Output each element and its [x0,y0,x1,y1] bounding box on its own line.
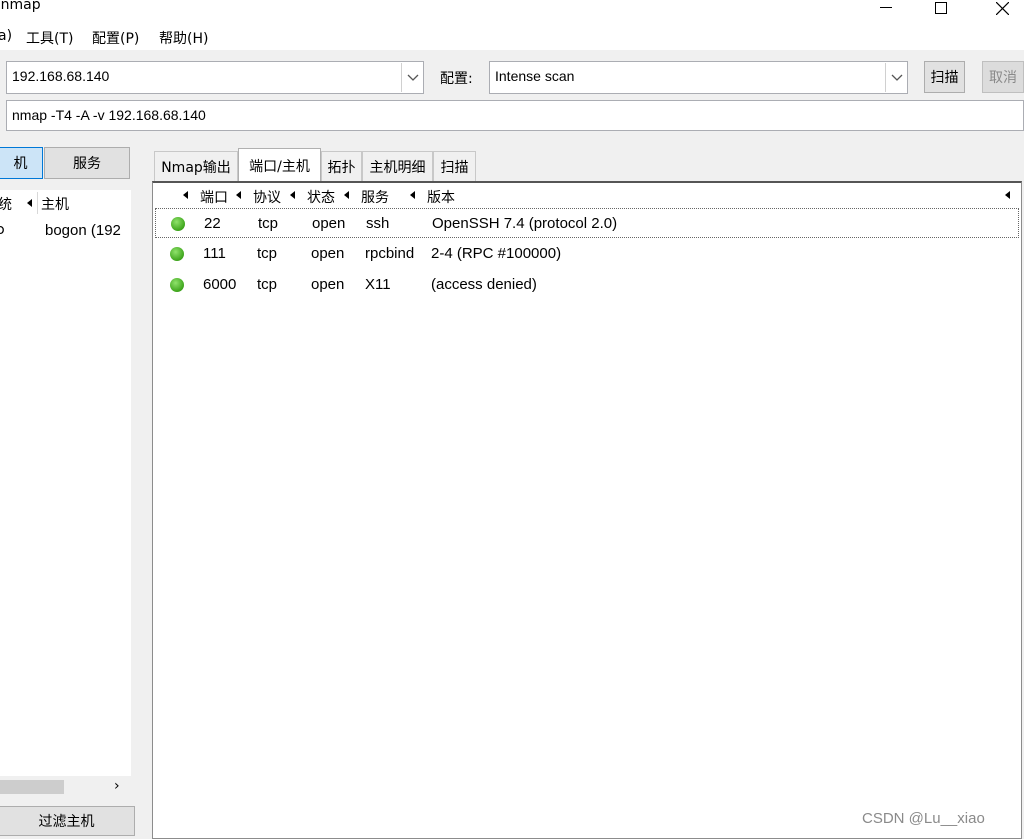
tab-ports-hosts[interactable]: 端口/主机 [238,148,321,182]
cell-protocol: tcp [257,245,278,262]
ports-table: 端口 协议 状态 服务 版本 22 tcp open ssh OpenSSH 7… [152,181,1022,839]
cell-state: open [311,276,345,293]
target-dropdown-button[interactable] [401,63,423,92]
os-icon: ɔ [0,222,5,238]
table-row[interactable]: 22 tcp open ssh OpenSSH 7.4 (protocol 2.… [155,208,1019,238]
host-list[interactable]: 统 主机 ɔ bogon (192 [0,190,131,790]
sort-arrow-icon [290,191,295,199]
tab-scans[interactable]: 扫描 [433,151,476,181]
menu-help[interactable]: 帮助(H) [159,28,208,48]
window-title: enmap [0,0,41,13]
cell-port: 111 [203,245,226,262]
scrollbar-thumb[interactable] [0,780,64,794]
tab-nmap-output[interactable]: Nmap输出 [154,151,238,181]
cell-protocol: tcp [257,276,278,293]
table-row[interactable]: 6000 tcp open X11 (access denied) [155,270,1019,300]
table-row[interactable]: 111 tcp open rpcbind 2-4 (RPC #100000) [155,239,1019,269]
chevron-down-icon [891,74,902,81]
command-input[interactable]: nmap -T4 -A -v 192.168.68.140 [12,107,206,123]
services-button[interactable]: 服务 [44,147,130,179]
menu-bar: a) 工具(T) 配置(P) 帮助(H) [0,22,1024,50]
sort-arrow-icon [344,191,349,199]
column-service[interactable]: 服务 [361,187,389,207]
hosts-button[interactable]: 机 [0,147,43,179]
sort-arrow-icon [236,191,241,199]
host-row[interactable]: ɔ bogon (192 [0,216,131,246]
cancel-button[interactable]: 取消 [982,61,1024,93]
target-combo[interactable]: 192.168.68.140 [6,61,424,94]
cell-state: open [311,245,345,262]
cell-port: 22 [204,215,221,232]
profile-dropdown-button[interactable] [885,63,907,92]
cell-service: rpcbind [365,245,415,262]
close-button[interactable] [982,0,1022,16]
profile-value: Intense scan [495,68,575,84]
table-header: 端口 协议 状态 服务 版本 [153,183,1019,207]
sort-arrow-icon [27,199,32,207]
profile-combo[interactable]: Intense scan [489,61,908,94]
column-os[interactable]: 统 [0,194,12,214]
maximize-button[interactable] [921,0,961,16]
command-field[interactable]: nmap -T4 -A -v 192.168.68.140 [6,100,1024,131]
minimize-icon [880,7,892,8]
status-open-icon [170,278,184,292]
column-state[interactable]: 状态 [307,187,335,207]
menu-profile[interactable]: a) [0,28,12,44]
target-input[interactable]: 192.168.68.140 [12,68,109,84]
maximize-icon [935,2,947,14]
cell-protocol: tcp [258,215,279,232]
cell-service: X11 [365,276,391,293]
menu-tools[interactable]: 工具(T) [26,28,73,48]
column-host[interactable]: 主机 [41,194,69,214]
cell-state: open [312,215,346,232]
close-icon [995,1,1009,15]
cell-version: (access denied) [431,276,537,293]
scan-button[interactable]: 扫描 [924,61,965,93]
title-bar: enmap [0,0,1024,22]
sort-arrow-icon [410,191,415,199]
left-panel: 机 服务 统 主机 ɔ bogon (192 › 过滤主机 [0,143,140,839]
host-list-scrollbar[interactable]: › [0,776,131,798]
status-open-icon [171,217,185,231]
tab-topology[interactable]: 拓扑 [321,151,362,181]
column-version[interactable]: 版本 [427,187,455,207]
watermark: CSDN @Lu__xiao [862,810,985,827]
tab-host-details[interactable]: 主机明细 [362,151,433,181]
column-divider [37,192,38,214]
filter-hosts-button[interactable]: 过滤主机 [0,806,135,836]
sort-arrow-icon [183,191,188,199]
cell-version: OpenSSH 7.4 (protocol 2.0) [432,215,618,232]
column-port[interactable]: 端口 [200,187,228,207]
host-name: bogon (192 [45,222,121,239]
cell-port: 6000 [203,276,237,293]
column-protocol[interactable]: 协议 [253,187,281,207]
profile-label: 配置: [440,71,473,87]
scroll-right-icon[interactable]: › [114,778,120,794]
menu-config[interactable]: 配置(P) [92,28,139,48]
cell-version: 2-4 (RPC #100000) [431,245,562,262]
sort-arrow-icon [1005,191,1010,199]
status-open-icon [170,247,184,261]
cell-service: ssh [366,215,390,232]
chevron-down-icon [407,74,418,81]
minimize-button[interactable] [866,0,906,16]
